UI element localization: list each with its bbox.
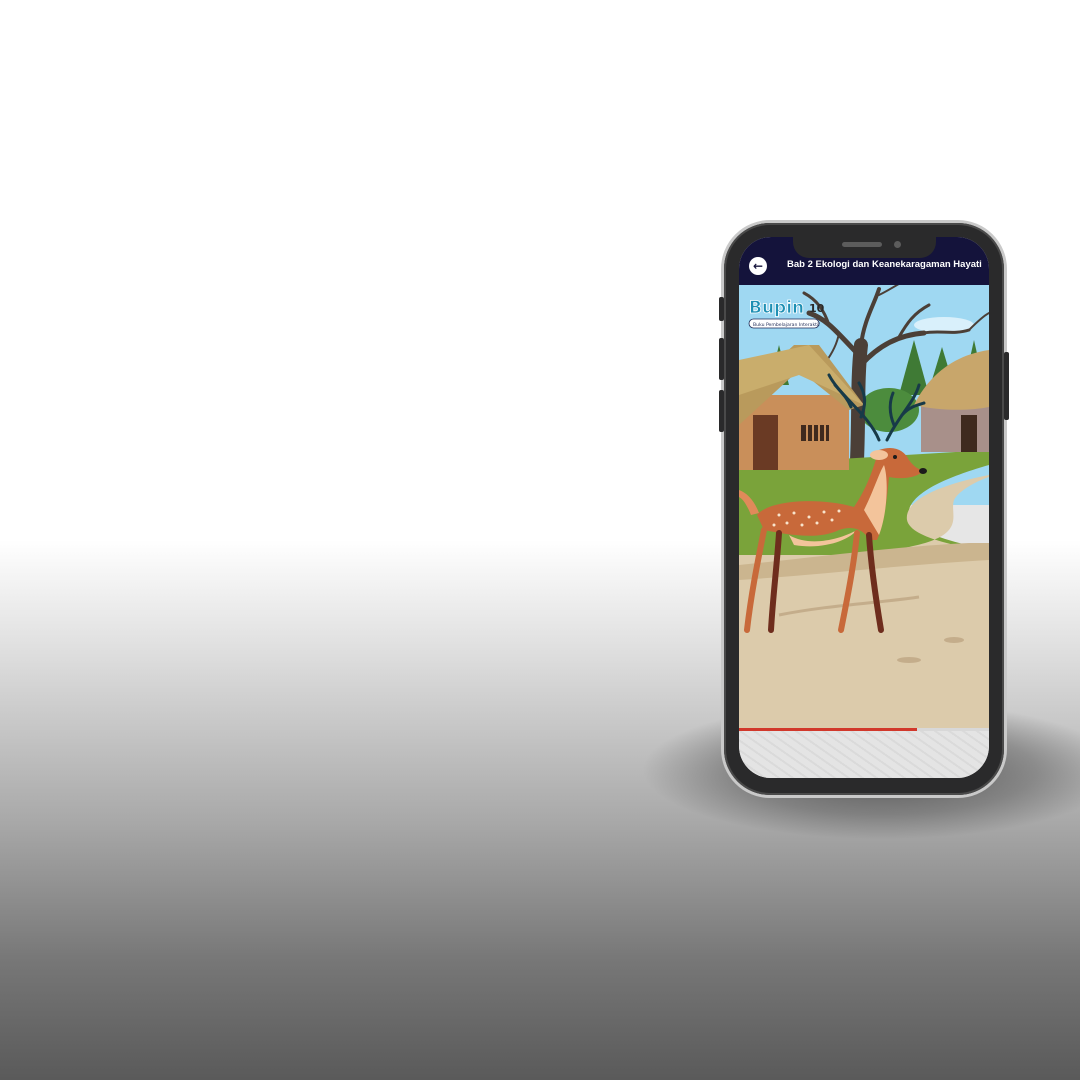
video-frame[interactable] <box>739 285 989 729</box>
svg-text:Bupin: Bupin <box>749 298 804 318</box>
phone-notch <box>793 236 936 258</box>
bottom-pattern-area <box>739 731 989 778</box>
mute-switch <box>719 297 724 321</box>
front-camera <box>894 241 901 248</box>
power-button <box>1004 352 1009 420</box>
volume-up-button <box>719 338 724 380</box>
chapter-title: Bab 2 Ekologi dan Keanekaragaman Hayati <box>787 259 982 270</box>
svg-text:10: 10 <box>809 302 825 315</box>
back-button[interactable]: ← <box>749 257 767 275</box>
svg-text:Buku Pembelajaran Interaktif: Buku Pembelajaran Interaktif <box>753 322 820 328</box>
volume-down-button <box>719 390 724 432</box>
bupin-logo: Bupin 10 Buku Pembelajaran Interaktif <box>748 298 825 329</box>
earpiece-speaker <box>842 242 882 247</box>
arrow-left-icon: ← <box>752 259 764 273</box>
phone-screen: ← Bab 2 Ekologi dan Keanekaragaman Hayat… <box>739 237 989 778</box>
